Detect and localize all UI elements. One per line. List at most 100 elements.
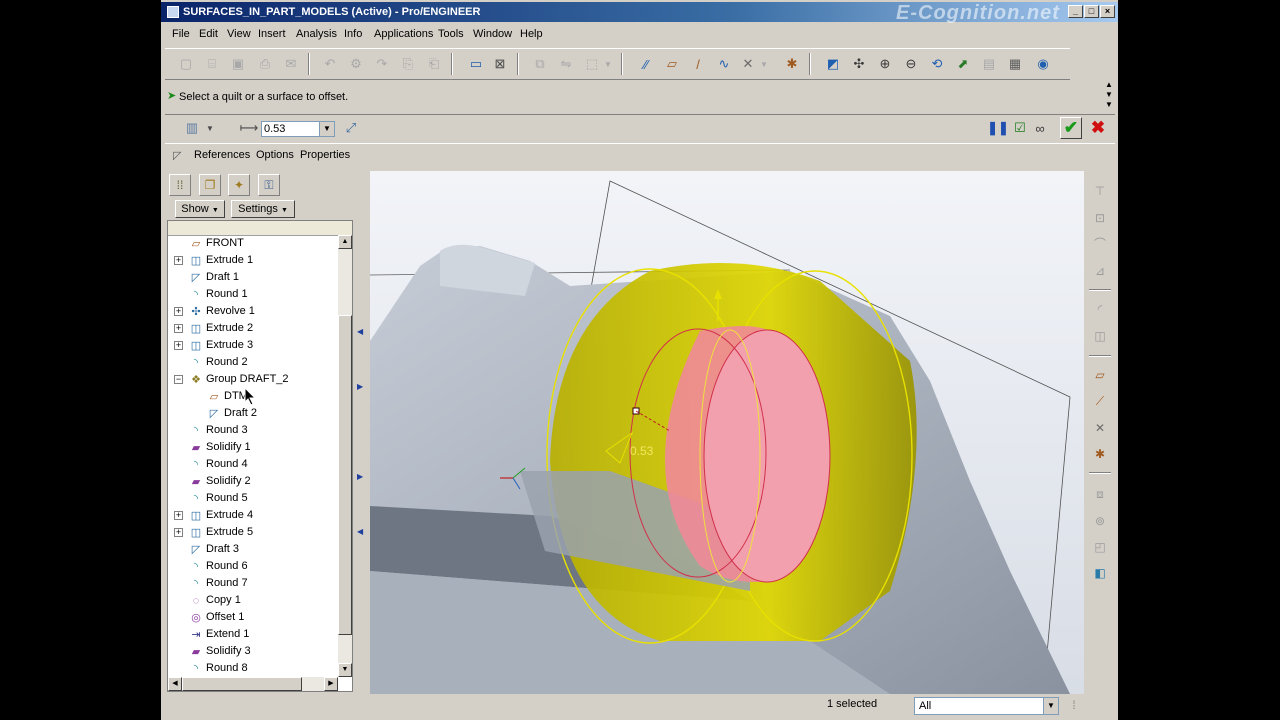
- scroll-down-icon[interactable]: ▼: [1102, 90, 1116, 100]
- print-icon[interactable]: ⎙: [256, 55, 274, 73]
- chevron-down-icon[interactable]: ▼: [319, 122, 334, 136]
- mirror-icon[interactable]: ⇋: [557, 55, 575, 73]
- tree-item[interactable]: ▱ FRONT: [168, 235, 338, 252]
- offset-value-field[interactable]: ▼: [261, 121, 335, 137]
- cancel-button[interactable]: ✖: [1087, 117, 1109, 139]
- tree-item[interactable]: + ✣ Revolve 1: [168, 303, 338, 320]
- tree-item[interactable]: ▰ Solidify 2: [168, 473, 338, 490]
- expand-icon[interactable]: +: [174, 341, 183, 350]
- tab-options[interactable]: Options: [256, 149, 294, 161]
- menu-tools[interactable]: Tools: [438, 28, 464, 40]
- spin-center-icon[interactable]: ✣: [850, 55, 868, 73]
- folder-browser-tab-icon[interactable]: ❐: [199, 174, 221, 196]
- scroll-left-icon[interactable]: ◀: [168, 677, 182, 691]
- extrude-tool-icon[interactable]: ⧈: [1091, 485, 1109, 503]
- coordinate-system-tool-icon[interactable]: ✱: [1091, 445, 1109, 463]
- tree-item[interactable]: − ❖ Group DRAFT_2: [168, 371, 338, 388]
- menu-file[interactable]: File: [172, 28, 190, 40]
- menu-applications[interactable]: Applications: [374, 28, 433, 40]
- panel-handle-icon[interactable]: ◸: [173, 149, 181, 162]
- settings-dropdown[interactable]: Settings ▼: [231, 200, 295, 218]
- scroll-up-icon[interactable]: ▲: [1102, 80, 1116, 90]
- expand-icon[interactable]: +: [174, 511, 183, 520]
- tree-item[interactable]: ◸ Draft 1: [168, 269, 338, 286]
- tree-item[interactable]: ◸ Draft 2: [168, 405, 338, 422]
- help-context-icon[interactable]: ◉: [1034, 55, 1052, 73]
- tree-item[interactable]: + ◫ Extrude 2: [168, 320, 338, 337]
- saved-views-icon[interactable]: ▤: [980, 55, 998, 73]
- navigator-sash[interactable]: ◀ ▶ ▶ ◀: [355, 172, 365, 694]
- tree-item[interactable]: + ◫ Extrude 3: [168, 337, 338, 354]
- offset-type-icon[interactable]: ▥: [181, 119, 203, 137]
- flip-direction-icon[interactable]: ⤢: [341, 119, 361, 137]
- collapse-right-icon[interactable]: ▶: [357, 382, 363, 391]
- offset-value-input[interactable]: [264, 122, 316, 136]
- chevron-down-icon[interactable]: ▼: [205, 119, 215, 137]
- chevron-down-icon[interactable]: ▼: [759, 55, 769, 73]
- scroll-right-icon[interactable]: ▶: [324, 677, 338, 691]
- paste-icon[interactable]: ⎗: [425, 55, 443, 73]
- verify-glasses-icon[interactable]: ∞: [1029, 119, 1051, 137]
- rib-tool-icon[interactable]: ⌒: [1091, 235, 1109, 253]
- model-viewport[interactable]: 0.53: [370, 171, 1084, 694]
- menu-insert[interactable]: Insert: [258, 28, 286, 40]
- maximize-button[interactable]: □: [1084, 5, 1099, 18]
- close-button[interactable]: ×: [1100, 5, 1115, 18]
- selection-filter[interactable]: All ▼: [914, 697, 1059, 715]
- expand-icon[interactable]: +: [174, 256, 183, 265]
- shell-tool-icon[interactable]: ⊡: [1091, 209, 1109, 227]
- tree-item[interactable]: ⇥ Extend 1: [168, 626, 338, 643]
- tree-item[interactable]: ◝ Round 8: [168, 660, 338, 677]
- tree-item[interactable]: ◝ Round 7: [168, 575, 338, 592]
- datum-plane-display-icon[interactable]: ▱: [663, 55, 681, 73]
- datum-point-tool-icon[interactable]: ✕: [1091, 419, 1109, 437]
- tree-vertical-scrollbar[interactable]: ▲ ▼: [338, 235, 352, 677]
- blend-tool-icon[interactable]: ◧: [1091, 564, 1109, 582]
- open-file-icon[interactable]: ⌸: [203, 55, 221, 73]
- tree-item[interactable]: ◝ Round 4: [168, 456, 338, 473]
- menu-analysis[interactable]: Analysis: [296, 28, 337, 40]
- layers-icon[interactable]: ▦: [1006, 55, 1024, 73]
- copy-icon[interactable]: ⎘: [399, 55, 417, 73]
- zoom-in-icon[interactable]: ⊕: [876, 55, 894, 73]
- collapse-left-icon[interactable]: ◀: [357, 527, 363, 536]
- reorient-icon[interactable]: ⬈: [954, 55, 972, 73]
- accept-button[interactable]: ✔: [1060, 117, 1082, 139]
- menu-edit[interactable]: Edit: [199, 28, 218, 40]
- regenerate-icon[interactable]: ⚙: [347, 55, 365, 73]
- datum-axis-icon[interactable]: /: [689, 55, 707, 73]
- chevron-down-icon[interactable]: ▼: [1043, 698, 1058, 714]
- hole-tool-icon[interactable]: ⊤: [1091, 182, 1109, 200]
- toolbar-scroll[interactable]: ▲ ▼ ▼: [1102, 80, 1116, 112]
- round-tool-icon[interactable]: ◜: [1091, 300, 1109, 318]
- tab-properties[interactable]: Properties: [300, 149, 350, 161]
- scroll-down-icon[interactable]: ▼: [1102, 100, 1116, 110]
- undo-icon[interactable]: ↶: [321, 55, 339, 73]
- window-close-icon[interactable]: ⊠: [491, 55, 509, 73]
- zoom-out-icon[interactable]: ⊖: [902, 55, 920, 73]
- coordinate-system-icon[interactable]: ✱: [783, 55, 801, 73]
- chamfer-tool-icon[interactable]: ◫: [1091, 327, 1109, 345]
- tree-item[interactable]: + ◫ Extrude 1: [168, 252, 338, 269]
- refit-icon[interactable]: ⟲: [928, 55, 946, 73]
- select-box-icon[interactable]: ⬚: [583, 55, 601, 73]
- tree-item[interactable]: ◝ Round 6: [168, 558, 338, 575]
- resize-grip-icon[interactable]: ⁞: [1067, 698, 1081, 714]
- minimize-button[interactable]: _: [1068, 5, 1083, 18]
- copy-special-icon[interactable]: ⧉: [531, 55, 549, 73]
- datum-axis-tool-icon[interactable]: ⟋: [1091, 392, 1109, 410]
- new-file-icon[interactable]: ▢: [177, 55, 195, 73]
- tree-item[interactable]: + ◫ Extrude 4: [168, 507, 338, 524]
- tab-references[interactable]: References: [194, 149, 250, 161]
- repaint-icon[interactable]: ◩: [824, 55, 842, 73]
- redo-icon[interactable]: ↷: [373, 55, 391, 73]
- chevron-down-icon[interactable]: ▼: [603, 55, 613, 73]
- model-tree-tab-icon[interactable]: ⁞⁞: [169, 174, 191, 196]
- favorites-tab-icon[interactable]: ✦: [228, 174, 250, 196]
- tree-item[interactable]: ◝ Round 3: [168, 422, 338, 439]
- tree-horizontal-scrollbar[interactable]: ◀ ▶: [168, 677, 338, 691]
- collapse-left-icon[interactable]: ◀: [357, 327, 363, 336]
- email-icon[interactable]: ✉: [282, 55, 300, 73]
- sweep-tool-icon[interactable]: ◰: [1091, 538, 1109, 556]
- expand-icon[interactable]: +: [174, 528, 183, 537]
